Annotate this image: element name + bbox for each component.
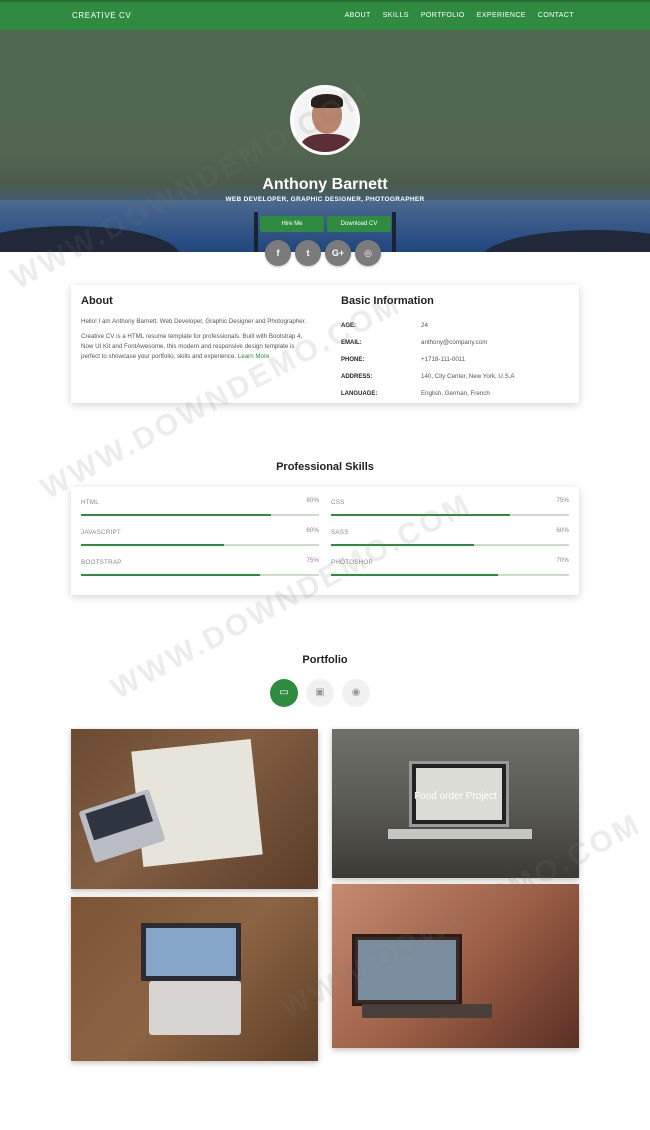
skill-progress-fill [81, 514, 272, 516]
laptop-base-illustration [362, 1004, 492, 1018]
skill-progress-fill [81, 574, 260, 576]
hero-background-tower [254, 212, 258, 252]
portfolio-item-map-desk[interactable] [71, 729, 318, 889]
portfolio-title: Portfolio [302, 654, 348, 666]
nav-link-portfolio[interactable]: PORTFOLIO [421, 12, 465, 19]
skill-label: BOOTSTRAP [81, 559, 122, 566]
nav-link-contact[interactable]: CONTACT [538, 12, 574, 19]
skill-progress-fill [331, 514, 510, 516]
skills-title: Professional Skills [276, 461, 374, 473]
skill-progress-track [331, 544, 569, 546]
twitter-icon[interactable]: t [295, 240, 321, 266]
skill-progress-track [331, 514, 569, 516]
skill-progress-fill [81, 544, 224, 546]
tab-image-icon[interactable]: ▣ [306, 679, 334, 707]
skill-progress-track [81, 574, 319, 576]
skill-progress-fill [331, 544, 474, 546]
skill-percent: 70% [556, 557, 569, 564]
hire-me-button[interactable]: Hire Me [260, 216, 324, 232]
skill-label: CSS [331, 499, 345, 506]
portfolio-tabs: ▭ ▣ ◉ [270, 679, 370, 707]
portfolio-item-food-order[interactable]: Food order Project [332, 729, 579, 878]
skill-progress-track [331, 574, 569, 576]
skill-percent: 75% [306, 557, 319, 564]
nav-link-experience[interactable]: EXPERIENCE [477, 12, 526, 19]
info-row-age: AGE: 24 [341, 317, 571, 334]
skill-label: JAVASCRIPT [81, 529, 121, 536]
info-value: 140, City Center, New York, U.S.A [421, 373, 515, 380]
info-row-language: LANGUAGE: English, German, French [341, 385, 571, 402]
skill-progress-track [81, 514, 319, 516]
laptop-screen-illustration [352, 934, 462, 1006]
hero-banner: Anthony Barnett WEB DEVELOPER, GRAPHIC D… [0, 30, 650, 252]
info-label: ADDRESS: [341, 373, 373, 380]
info-row-address: ADDRESS: 140, City Center, New York, U.S… [341, 368, 571, 385]
info-value: anthony@company.com [421, 339, 488, 346]
skill-percent: 75% [556, 497, 569, 504]
about-description: Creative CV is a HTML resume template fo… [81, 332, 311, 362]
top-navbar: CREATIVE CV ABOUT SKILLS PORTFOLIO EXPER… [0, 0, 650, 30]
nav-links: ABOUT SKILLS PORTFOLIO EXPERIENCE CONTAC… [345, 12, 574, 19]
skill-percent: 80% [306, 497, 319, 504]
about-title: About [81, 295, 113, 307]
hero-background-tower [392, 212, 396, 252]
basic-info-section: Basic Information AGE: 24 EMAIL: anthony… [341, 295, 571, 402]
laptop-base-illustration [388, 829, 532, 839]
avatar-body [301, 134, 353, 152]
skill-progress-fill [331, 574, 498, 576]
skill-percent: 60% [556, 527, 569, 534]
social-links: f t G+ ◎ [265, 240, 381, 266]
info-label: PHONE: [341, 356, 365, 363]
facebook-icon[interactable]: f [265, 240, 291, 266]
skill-progress-track [81, 544, 319, 546]
laptop-screen-illustration [141, 923, 241, 981]
info-value: English, German, French [421, 390, 490, 397]
info-row-email: EMAIL: anthony@company.com [341, 334, 571, 351]
profile-subtitle: WEB DEVELOPER, GRAPHIC DESIGNER, PHOTOGR… [225, 196, 425, 203]
skills-card: HTML 80% CSS 75% JAVASCRIPT 60% SASS 60%… [71, 487, 579, 595]
profile-name: Anthony Barnett [262, 176, 388, 193]
nav-link-about[interactable]: ABOUT [345, 12, 371, 19]
about-section: About Hello! I am Anthony Barnett. Web D… [81, 295, 311, 367]
info-row-phone: PHONE: +1718-111-0011 [341, 351, 571, 368]
basic-info-title: Basic Information [341, 295, 434, 307]
instagram-icon[interactable]: ◎ [355, 240, 381, 266]
info-label: AGE: [341, 322, 356, 329]
laptop-keyboard-illustration [149, 981, 241, 1035]
about-card: About Hello! I am Anthony Barnett. Web D… [71, 285, 579, 403]
download-cv-button[interactable]: Download CV [327, 216, 391, 232]
tab-camera-icon[interactable]: ◉ [342, 679, 370, 707]
info-label: LANGUAGE: [341, 390, 378, 397]
info-value: +1718-111-0011 [421, 356, 466, 363]
info-label: EMAIL: [341, 339, 362, 346]
skill-percent: 60% [306, 527, 319, 534]
about-intro: Hello! I am Anthony Barnett. Web Develop… [81, 318, 307, 325]
learn-more-link[interactable]: Learn More [238, 353, 270, 360]
profile-avatar [290, 85, 360, 155]
info-value: 24 [421, 322, 428, 329]
nav-link-skills[interactable]: SKILLS [383, 12, 409, 19]
skill-label: PHOTOSHOP [331, 559, 373, 566]
brand-logo[interactable]: CREATIVE CV [72, 11, 131, 20]
avatar-hair [311, 94, 343, 108]
skill-label: SASS [331, 529, 349, 536]
portfolio-overlay-title: Food order Project [414, 791, 497, 802]
skill-label: HTML [81, 499, 99, 506]
portfolio-item-wood-desk[interactable] [71, 897, 318, 1061]
portfolio-item-warm-desk[interactable] [332, 884, 579, 1048]
tab-laptop-icon[interactable]: ▭ [270, 679, 298, 707]
google-plus-icon[interactable]: G+ [325, 240, 351, 266]
